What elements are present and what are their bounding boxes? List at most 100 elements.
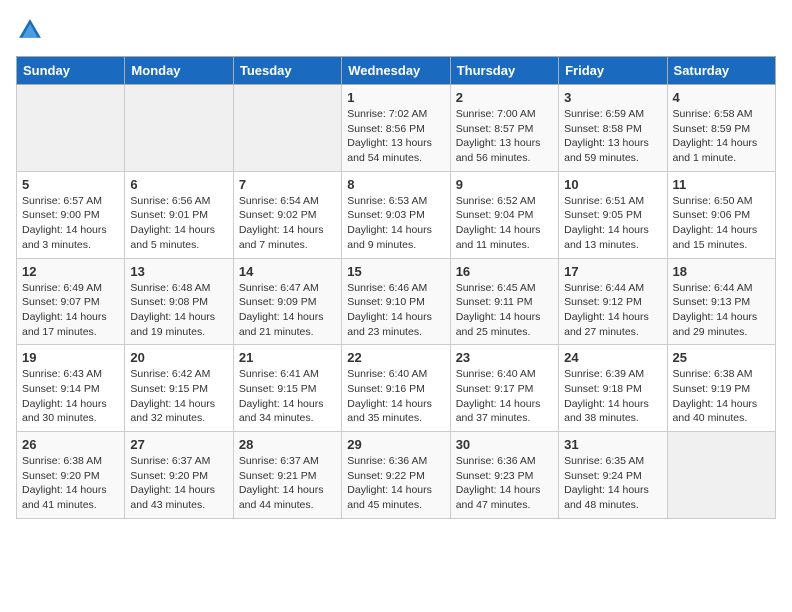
logo [16, 16, 48, 44]
day-info: Sunrise: 6:54 AM Sunset: 9:02 PM Dayligh… [239, 194, 336, 253]
calendar-cell: 20 Sunrise: 6:42 AM Sunset: 9:15 PM Dayli… [125, 345, 233, 432]
day-number: 17 [564, 264, 661, 279]
calendar-cell: 23 Sunrise: 6:40 AM Sunset: 9:17 PM Dayli… [450, 345, 558, 432]
day-number: 10 [564, 177, 661, 192]
day-number: 14 [239, 264, 336, 279]
calendar-cell: 6 Sunrise: 6:56 AM Sunset: 9:01 PM Daylig… [125, 171, 233, 258]
day-number: 16 [456, 264, 553, 279]
day-info: Sunrise: 6:51 AM Sunset: 9:05 PM Dayligh… [564, 194, 661, 253]
calendar-cell: 12 Sunrise: 6:49 AM Sunset: 9:07 PM Dayli… [17, 258, 125, 345]
calendar-cell: 18Sunrise: 6:44 AM Sunset: 9:13 PM Dayli… [667, 258, 775, 345]
day-number: 3 [564, 90, 661, 105]
day-info: Sunrise: 6:41 AM Sunset: 9:15 PM Dayligh… [239, 367, 336, 426]
day-number: 25 [673, 350, 770, 365]
calendar-table: SundayMondayTuesdayWednesdayThursdayFrid… [16, 56, 776, 519]
calendar-cell: 5 Sunrise: 6:57 AM Sunset: 9:00 PM Daylig… [17, 171, 125, 258]
calendar-cell: 15Sunrise: 6:46 AM Sunset: 9:10 PM Dayli… [342, 258, 450, 345]
day-info: Sunrise: 6:52 AM Sunset: 9:04 PM Dayligh… [456, 194, 553, 253]
day-info: Sunrise: 6:43 AM Sunset: 9:14 PM Dayligh… [22, 367, 119, 426]
day-info: Sunrise: 6:44 AM Sunset: 9:13 PM Dayligh… [673, 281, 770, 340]
weekday-header-sunday: Sunday [17, 57, 125, 85]
day-info: Sunrise: 6:56 AM Sunset: 9:01 PM Dayligh… [130, 194, 227, 253]
calendar-cell: 22 Sunrise: 6:40 AM Sunset: 9:16 PM Dayli… [342, 345, 450, 432]
day-info: Sunrise: 6:40 AM Sunset: 9:16 PM Dayligh… [347, 367, 444, 426]
day-number: 6 [130, 177, 227, 192]
day-info: Sunrise: 6:57 AM Sunset: 9:00 PM Dayligh… [22, 194, 119, 253]
calendar-cell: 19Sunrise: 6:43 AM Sunset: 9:14 PM Dayli… [17, 345, 125, 432]
weekday-header-monday: Monday [125, 57, 233, 85]
calendar-cell [125, 85, 233, 172]
day-info: Sunrise: 6:58 AM Sunset: 8:59 PM Dayligh… [673, 107, 770, 166]
day-info: Sunrise: 6:37 AM Sunset: 9:20 PM Dayligh… [130, 454, 227, 513]
day-info: Sunrise: 6:36 AM Sunset: 9:23 PM Dayligh… [456, 454, 553, 513]
day-info: Sunrise: 6:49 AM Sunset: 9:07 PM Dayligh… [22, 281, 119, 340]
calendar-cell: 4 Sunrise: 6:58 AM Sunset: 8:59 PM Daylig… [667, 85, 775, 172]
calendar-cell: 28Sunrise: 6:37 AM Sunset: 9:21 PM Dayli… [233, 432, 341, 519]
day-number: 11 [673, 177, 770, 192]
day-info: Sunrise: 6:50 AM Sunset: 9:06 PM Dayligh… [673, 194, 770, 253]
calendar-cell: 8 Sunrise: 6:53 AM Sunset: 9:03 PM Daylig… [342, 171, 450, 258]
day-number: 20 [130, 350, 227, 365]
day-number: 8 [347, 177, 444, 192]
day-info: Sunrise: 7:00 AM Sunset: 8:57 PM Dayligh… [456, 107, 553, 166]
day-number: 23 [456, 350, 553, 365]
calendar-cell: 27 Sunrise: 6:37 AM Sunset: 9:20 PM Dayli… [125, 432, 233, 519]
day-info: Sunrise: 7:02 AM Sunset: 8:56 PM Dayligh… [347, 107, 444, 166]
calendar-week-row: 26 Sunrise: 6:38 AM Sunset: 9:20 PM Dayli… [17, 432, 776, 519]
calendar-cell: 7 Sunrise: 6:54 AM Sunset: 9:02 PM Daylig… [233, 171, 341, 258]
calendar-cell: 21 Sunrise: 6:41 AM Sunset: 9:15 PM Dayli… [233, 345, 341, 432]
calendar-cell: 30 Sunrise: 6:36 AM Sunset: 9:23 PM Dayli… [450, 432, 558, 519]
day-number: 27 [130, 437, 227, 452]
day-number: 2 [456, 90, 553, 105]
day-info: Sunrise: 6:44 AM Sunset: 9:12 PM Dayligh… [564, 281, 661, 340]
day-number: 22 [347, 350, 444, 365]
calendar-cell: 11 Sunrise: 6:50 AM Sunset: 9:06 PM Dayli… [667, 171, 775, 258]
day-number: 30 [456, 437, 553, 452]
day-info: Sunrise: 6:38 AM Sunset: 9:20 PM Dayligh… [22, 454, 119, 513]
calendar-cell: 17 Sunrise: 6:44 AM Sunset: 9:12 PM Dayli… [559, 258, 667, 345]
calendar-cell: 31 Sunrise: 6:35 AM Sunset: 9:24 PM Dayli… [559, 432, 667, 519]
day-info: Sunrise: 6:47 AM Sunset: 9:09 PM Dayligh… [239, 281, 336, 340]
calendar-week-row: 19Sunrise: 6:43 AM Sunset: 9:14 PM Dayli… [17, 345, 776, 432]
calendar-cell: 1 Sunrise: 7:02 AM Sunset: 8:56 PM Daylig… [342, 85, 450, 172]
day-info: Sunrise: 6:48 AM Sunset: 9:08 PM Dayligh… [130, 281, 227, 340]
day-number: 13 [130, 264, 227, 279]
calendar-week-row: 1 Sunrise: 7:02 AM Sunset: 8:56 PM Daylig… [17, 85, 776, 172]
day-number: 28 [239, 437, 336, 452]
calendar-cell [233, 85, 341, 172]
day-info: Sunrise: 6:39 AM Sunset: 9:18 PM Dayligh… [564, 367, 661, 426]
day-number: 5 [22, 177, 119, 192]
calendar-cell: 14 Sunrise: 6:47 AM Sunset: 9:09 PM Dayli… [233, 258, 341, 345]
calendar-cell: 25 Sunrise: 6:38 AM Sunset: 9:19 PM Dayli… [667, 345, 775, 432]
logo-icon [16, 16, 44, 44]
weekday-header-friday: Friday [559, 57, 667, 85]
weekday-header-tuesday: Tuesday [233, 57, 341, 85]
day-info: Sunrise: 6:59 AM Sunset: 8:58 PM Dayligh… [564, 107, 661, 166]
calendar-week-row: 12 Sunrise: 6:49 AM Sunset: 9:07 PM Dayli… [17, 258, 776, 345]
day-info: Sunrise: 6:42 AM Sunset: 9:15 PM Dayligh… [130, 367, 227, 426]
day-info: Sunrise: 6:53 AM Sunset: 9:03 PM Dayligh… [347, 194, 444, 253]
day-info: Sunrise: 6:40 AM Sunset: 9:17 PM Dayligh… [456, 367, 553, 426]
day-info: Sunrise: 6:38 AM Sunset: 9:19 PM Dayligh… [673, 367, 770, 426]
calendar-cell: 9Sunrise: 6:52 AM Sunset: 9:04 PM Daylig… [450, 171, 558, 258]
calendar-cell: 26 Sunrise: 6:38 AM Sunset: 9:20 PM Dayli… [17, 432, 125, 519]
weekday-header-saturday: Saturday [667, 57, 775, 85]
day-info: Sunrise: 6:35 AM Sunset: 9:24 PM Dayligh… [564, 454, 661, 513]
day-number: 21 [239, 350, 336, 365]
calendar-cell: 3 Sunrise: 6:59 AM Sunset: 8:58 PM Daylig… [559, 85, 667, 172]
day-info: Sunrise: 6:46 AM Sunset: 9:10 PM Dayligh… [347, 281, 444, 340]
calendar-cell [17, 85, 125, 172]
day-number: 1 [347, 90, 444, 105]
day-number: 29 [347, 437, 444, 452]
weekday-header-wednesday: Wednesday [342, 57, 450, 85]
calendar-cell: 10 Sunrise: 6:51 AM Sunset: 9:05 PM Dayli… [559, 171, 667, 258]
day-number: 12 [22, 264, 119, 279]
calendar-cell: 24Sunrise: 6:39 AM Sunset: 9:18 PM Dayli… [559, 345, 667, 432]
day-number: 26 [22, 437, 119, 452]
day-number: 31 [564, 437, 661, 452]
weekday-header-row: SundayMondayTuesdayWednesdayThursdayFrid… [17, 57, 776, 85]
day-number: 7 [239, 177, 336, 192]
day-number: 4 [673, 90, 770, 105]
page-header [16, 16, 776, 44]
calendar-cell [667, 432, 775, 519]
